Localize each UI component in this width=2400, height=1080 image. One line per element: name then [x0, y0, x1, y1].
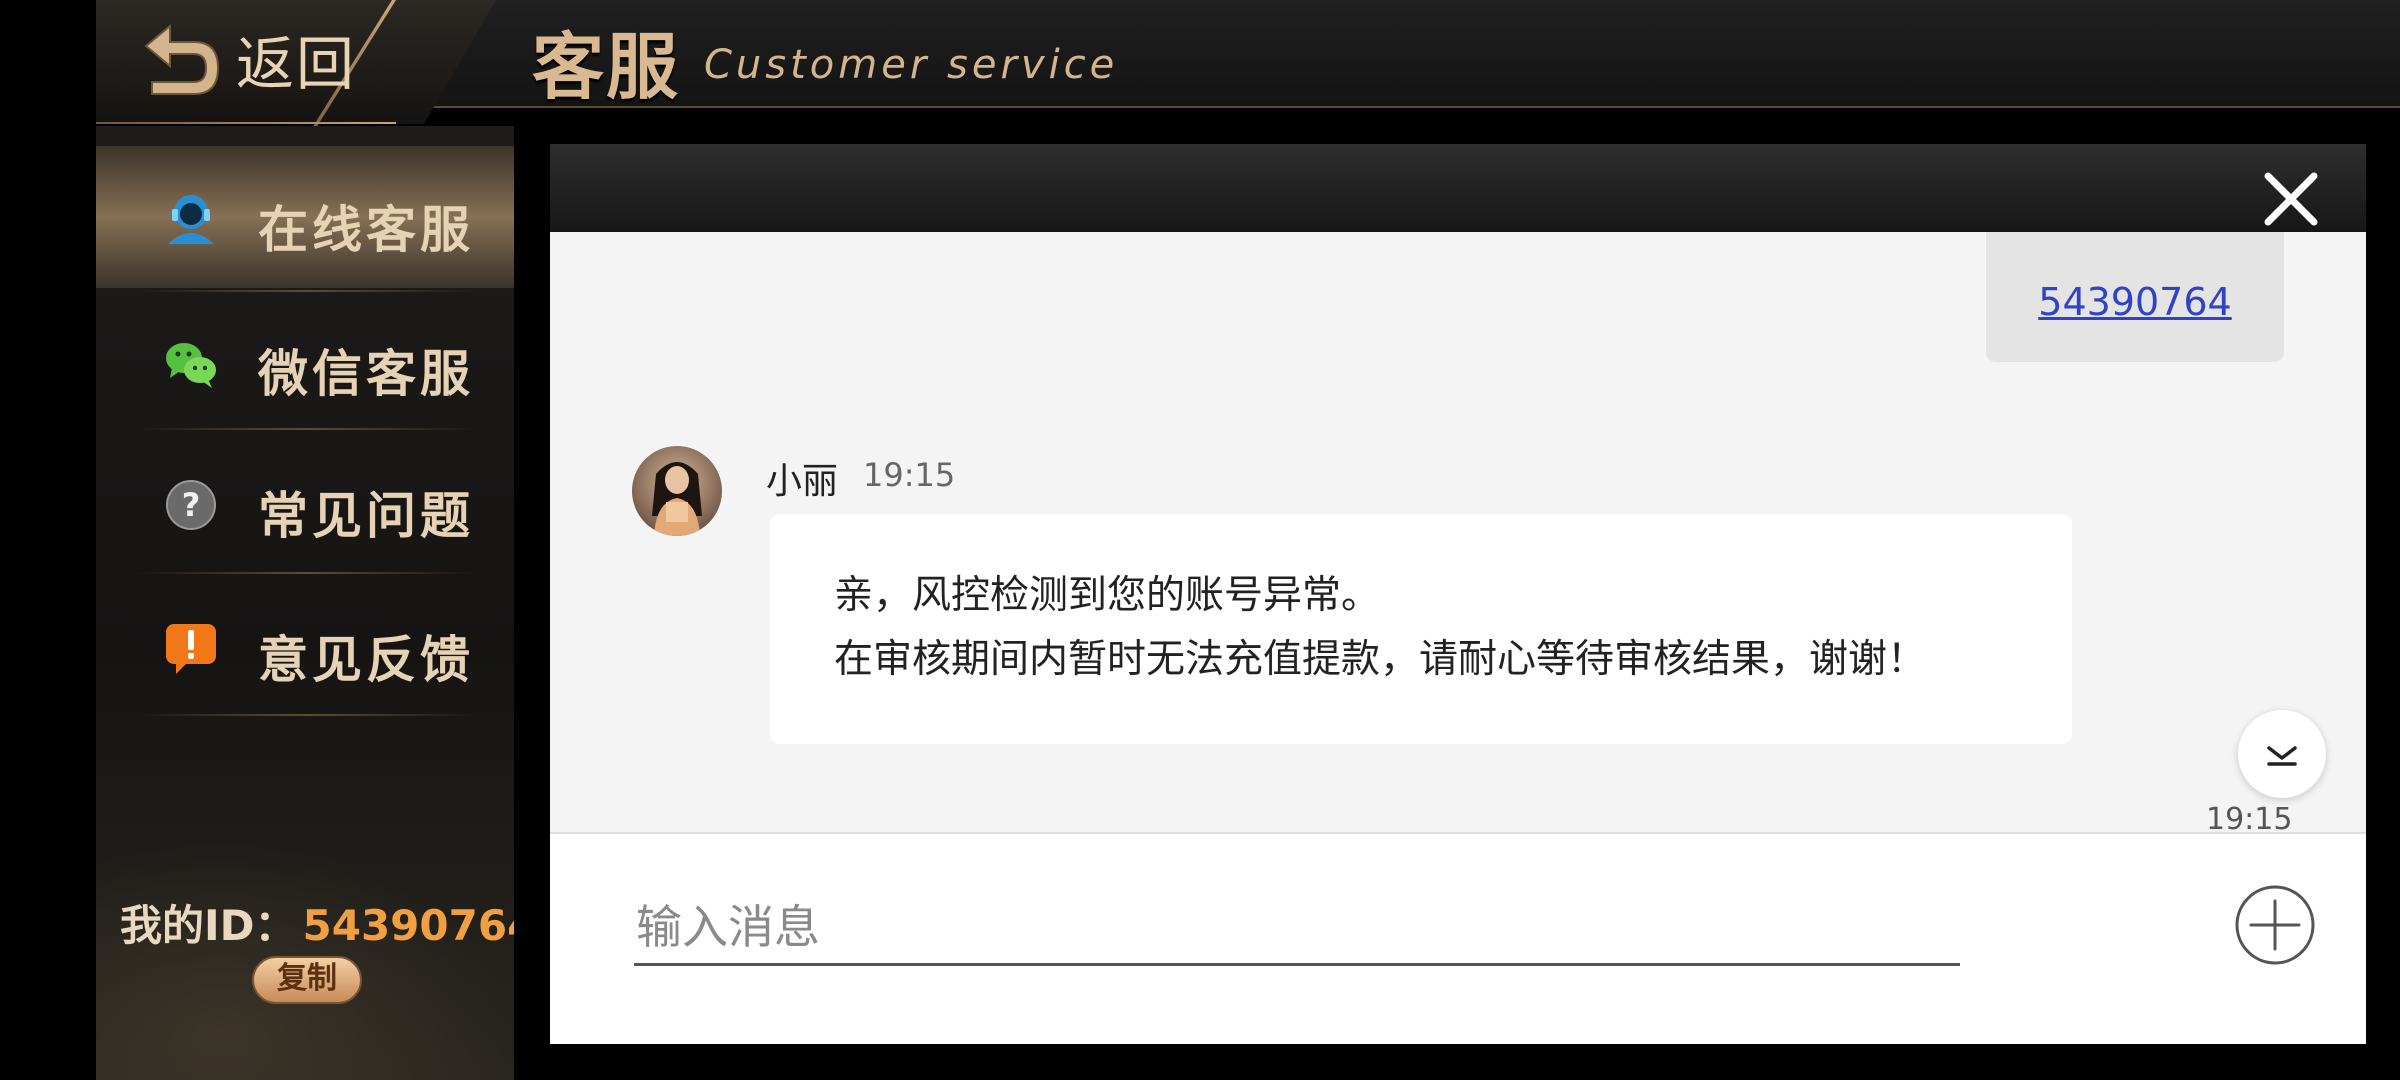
message-input[interactable] — [634, 890, 1960, 966]
copy-button[interactable]: 复制 — [252, 956, 362, 1004]
message-line: 亲，风控检测到您的账号异常。 — [834, 573, 1381, 618]
back-label: 返回 — [236, 30, 357, 98]
chat-messages[interactable]: 54390764 小丽 19:15 亲，风控检测到您的账号异常。 在审核期间内暂… — [550, 232, 2366, 832]
sidebar-item-label: 常见问题 — [258, 487, 474, 545]
sidebar-item-label: 在线客服 — [258, 201, 474, 259]
back-arrow-icon — [140, 20, 222, 98]
chevron-down-icon — [2267, 746, 2297, 766]
feedback-icon — [162, 620, 220, 678]
scroll-down-button[interactable] — [2238, 710, 2326, 798]
page-subtitle: Customer service — [704, 42, 1119, 88]
my-id-value: 54390764 — [302, 901, 515, 950]
sidebar-item-wechat-service[interactable]: 微信客服 — [96, 290, 514, 432]
my-id-label: 我的ID： — [120, 901, 297, 950]
close-icon — [2264, 172, 2318, 226]
sidebar-divider — [136, 572, 476, 574]
svg-text:?: ? — [182, 486, 201, 524]
header-underline — [96, 122, 396, 124]
sidebar-divider — [136, 428, 476, 430]
close-button[interactable] — [2260, 168, 2322, 230]
back-button[interactable]: 返回 — [140, 14, 356, 104]
sidebar-item-online-service[interactable]: 在线客服 — [96, 146, 514, 288]
user-icon — [162, 190, 220, 248]
received-message-bubble: 亲，风控检测到您的账号异常。 在审核期间内暂时无法充值提款，请耐心等待审核结果，… — [770, 514, 2072, 744]
sidebar-item-label: 意见反馈 — [258, 631, 474, 689]
chat-header — [550, 144, 2366, 234]
question-icon: ? — [162, 476, 220, 534]
sidebar-divider — [136, 714, 476, 716]
wechat-icon — [162, 334, 220, 392]
attach-button[interactable] — [2234, 884, 2316, 966]
message-line: 在审核期间内暂时无法充值提款，请耐心等待审核结果，谢谢！ — [834, 637, 1927, 682]
sidebar: 在线客服 微信客服 ? 常见问题 意见反馈 我的ID： 54390764 复制 — [96, 126, 514, 1080]
my-id: 我的ID： 54390764 — [120, 892, 514, 953]
avatar — [632, 446, 722, 536]
message-timestamp: 19:15 — [863, 456, 956, 494]
agent-name: 小丽 — [766, 461, 839, 502]
message-input-area — [550, 832, 2366, 1044]
sidebar-item-label: 微信客服 — [258, 345, 474, 403]
app-root: 返回 客服 Customer service 在线客服 微信客服 ? 常见问题 … — [0, 0, 2400, 1080]
sidebar-item-feedback[interactable]: 意见反馈 — [96, 576, 514, 718]
sent-message-link[interactable]: 54390764 — [1986, 280, 2284, 324]
sidebar-item-faq[interactable]: ? 常见问题 — [96, 432, 514, 574]
sent-message-bubble: 54390764 — [1986, 232, 2284, 362]
plus-icon — [2235, 885, 2315, 965]
message-timestamp: 19:15 — [2206, 802, 2293, 832]
page-title: 客服 — [532, 25, 681, 109]
